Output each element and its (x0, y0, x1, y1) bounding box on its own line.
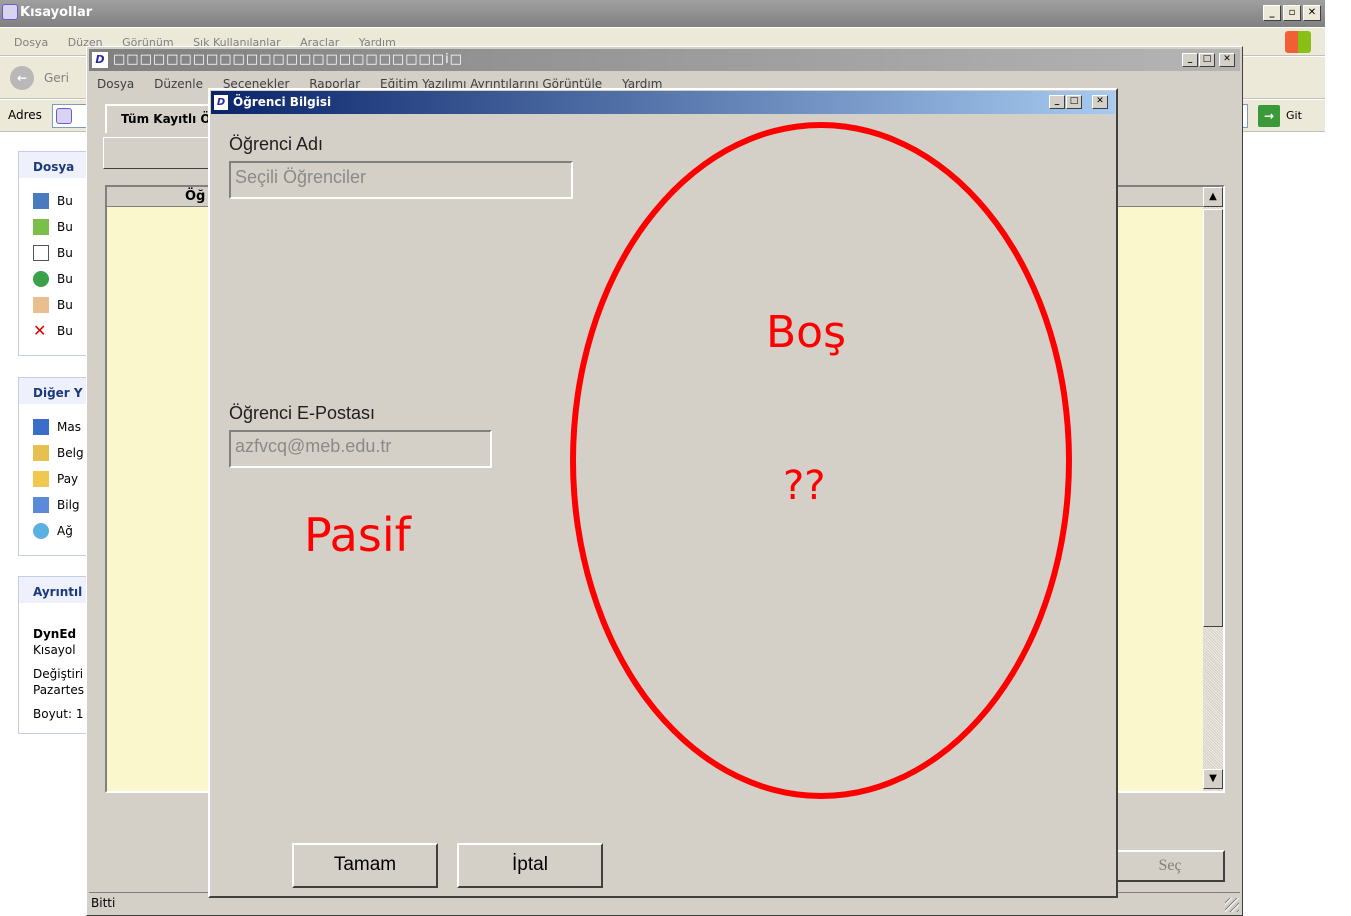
dialog-title-bar[interactable]: D Öğrenci Bilgisi _ □ ✕ (211, 91, 1115, 114)
address-label: Adres (8, 108, 42, 122)
app-title-bar[interactable]: D □□□□□□□□□□□□□□□□□□□□□□□□□i□ _ □ ✕ (89, 49, 1240, 71)
details-type: Kısayol (33, 643, 76, 657)
network-icon (33, 523, 49, 539)
documents-icon (33, 445, 49, 461)
app-menu-dosya[interactable]: Dosya (97, 77, 134, 91)
select-button[interactable]: Seç (1115, 850, 1225, 882)
app-maximize-button[interactable]: □ (1199, 53, 1215, 67)
cancel-button[interactable]: İptal (457, 843, 603, 888)
file-task-item[interactable]: Bu (19, 292, 87, 318)
details-name: DynEd (33, 627, 77, 641)
tab-all-registered[interactable]: Tüm Kayıtlı Ö (105, 104, 215, 134)
other-place-item[interactable]: Belg (19, 440, 87, 466)
rename-icon (33, 193, 49, 209)
scroll-thumb[interactable] (1203, 209, 1223, 627)
app-menu-duzenle[interactable]: Düzenle (154, 77, 203, 91)
list-scrollbar[interactable]: ▲ ▼ (1203, 187, 1223, 791)
move-icon (33, 219, 49, 235)
ok-button[interactable]: Tamam (292, 843, 438, 888)
explorer-title-bar[interactable]: Kısayollar _ ▫ ✕ (0, 0, 1325, 27)
go-button-label[interactable]: Git (1286, 109, 1302, 122)
student-name-label: Öğrenci Adı (229, 134, 324, 154)
details-panel: Ayrıntıl DynEd Kısayol Değiştiri Pazarte… (18, 576, 88, 734)
dialog-logo-icon: D (214, 95, 228, 110)
explorer-title: Kısayollar (20, 5, 93, 20)
file-task-item[interactable]: Bu (19, 214, 87, 240)
explorer-menu-dosya[interactable]: Dosya (14, 36, 48, 49)
other-places-title[interactable]: Diğer Y (19, 378, 87, 404)
publish-web-icon (33, 271, 49, 287)
dialog-title: Öğrenci Bilgisi (233, 95, 332, 109)
list-column-header[interactable]: Öğ (185, 189, 205, 204)
other-place-item[interactable]: Mas (19, 414, 87, 440)
student-name-field[interactable]: Seçili Öğrenciler (229, 161, 573, 199)
email-icon (33, 297, 49, 313)
app-minimize-button[interactable]: _ (1182, 53, 1198, 67)
details-size: Boyut: 1 (33, 707, 84, 721)
file-tasks-title[interactable]: Dosya (19, 152, 87, 178)
other-place-item[interactable]: Ağ (19, 518, 87, 544)
file-task-item[interactable]: ✕ Bu (19, 318, 87, 344)
desktop-icon (33, 419, 49, 435)
annotation-passive-text: Pasif (304, 508, 411, 562)
student-email-field[interactable]: azfvcq@meb.edu.tr (229, 430, 492, 468)
app-close-button[interactable]: ✕ (1219, 53, 1235, 67)
status-text: Bitti (91, 896, 116, 910)
explorer-maximize-button[interactable]: ▫ (1283, 5, 1301, 21)
file-task-item[interactable]: Bu (19, 240, 87, 266)
student-email-label: Öğrenci E-Postası (229, 403, 376, 423)
go-arrow-icon[interactable]: → (1258, 105, 1280, 127)
resize-grip-icon[interactable] (1225, 898, 1239, 912)
scroll-up-arrow-icon[interactable]: ▲ (1203, 187, 1223, 207)
app-toolbar-button[interactable] (103, 137, 213, 169)
dialog-maximize-button[interactable]: □ (1066, 95, 1082, 109)
explorer-close-button[interactable]: ✕ (1303, 5, 1321, 21)
other-place-item[interactable]: Bilg (19, 492, 87, 518)
windows-logo-icon (1285, 31, 1311, 53)
scroll-down-arrow-icon[interactable]: ▼ (1203, 769, 1223, 789)
dialog-minimize-button[interactable]: _ (1049, 95, 1065, 109)
explorer-minimize-button[interactable]: _ (1263, 5, 1281, 21)
annotation-question-text: ?? (783, 463, 826, 509)
shortcuts-folder-icon (2, 4, 18, 20)
computer-icon (33, 497, 49, 513)
annotation-empty-text: Boş (766, 307, 847, 358)
other-places-panel: Diğer Y Mas Belg Pay Bilg Ağ (18, 377, 88, 556)
delete-icon: ✕ (33, 321, 47, 340)
back-arrow-icon[interactable]: ← (10, 66, 34, 90)
annotation-ellipse (570, 122, 1072, 799)
shared-folder-icon (33, 471, 49, 487)
app-title: □□□□□□□□□□□□□□□□□□□□□□□□□i□ (113, 52, 463, 67)
address-folder-icon (56, 108, 72, 124)
other-place-item[interactable]: Pay (19, 466, 87, 492)
details-modified-label: Değiştiri (33, 667, 84, 681)
details-modified-value: Pazartes (33, 683, 84, 697)
file-tasks-panel: Dosya Bu Bu Bu Bu Bu ✕ Bu (18, 151, 88, 356)
copy-icon (33, 245, 49, 261)
details-title[interactable]: Ayrıntıl (19, 577, 87, 603)
file-task-item[interactable]: Bu (19, 266, 87, 292)
back-button-label[interactable]: Geri (44, 71, 69, 85)
dialog-close-button[interactable]: ✕ (1092, 95, 1108, 109)
file-task-item[interactable]: Bu (19, 188, 87, 214)
app-logo-icon: D (92, 52, 108, 68)
